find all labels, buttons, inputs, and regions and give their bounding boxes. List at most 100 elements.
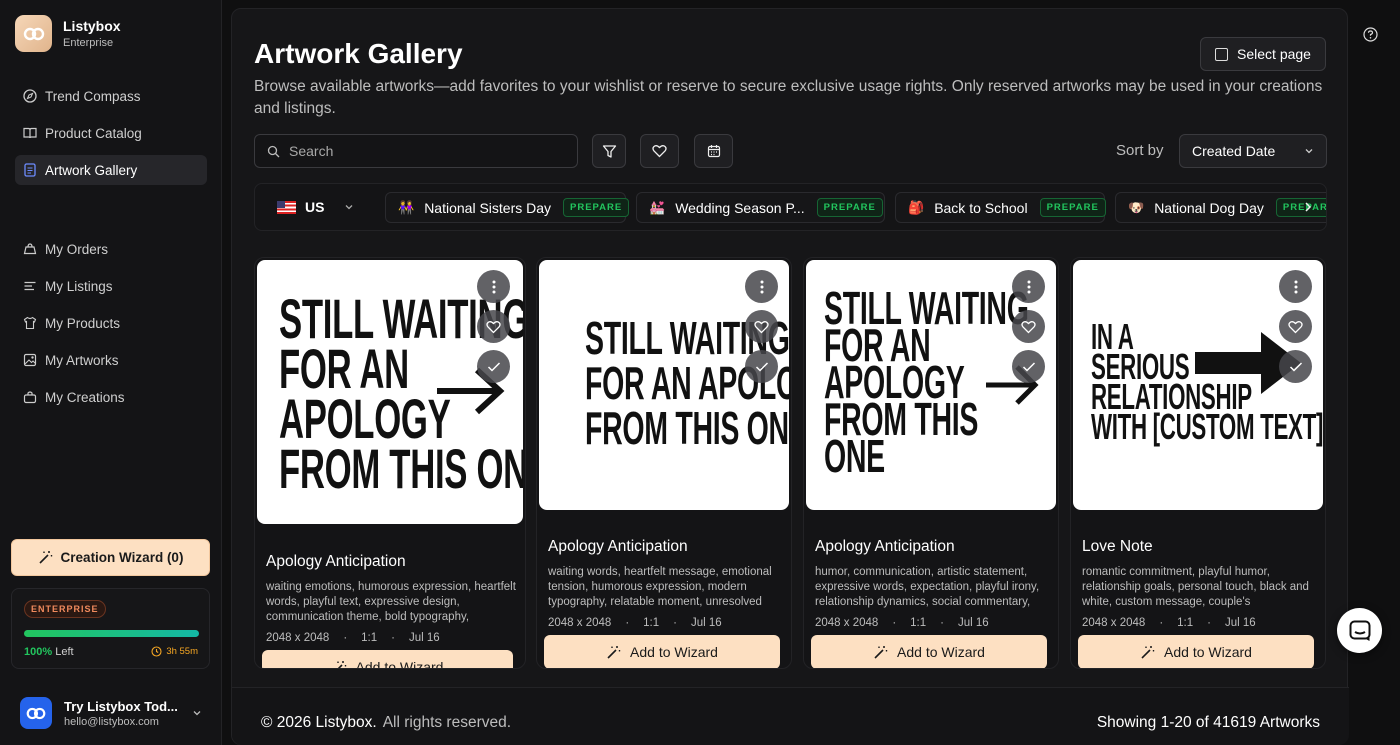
artwork-card[interactable]: STILL WAITING FOR AN APOLOGY FROM THIS O… (254, 257, 526, 669)
orders-icon (23, 243, 37, 255)
wishlist-button[interactable] (745, 310, 778, 343)
nav-trend-compass[interactable]: Trend Compass (15, 81, 207, 111)
country-select[interactable]: US (277, 199, 354, 215)
event-chip[interactable]: 👭 National Sisters Day PREPARE (385, 192, 630, 223)
card-size: 2048 x 2048 (815, 617, 879, 629)
search-icon (267, 145, 280, 157)
select-page-button[interactable]: Select page (1200, 37, 1326, 71)
search-placeholder: Search (289, 143, 334, 159)
add-to-wizard-label: Add to Wizard (355, 659, 444, 669)
add-to-wizard-button[interactable]: Add to Wizard (544, 635, 780, 668)
reserve-button[interactable] (745, 350, 778, 383)
card-tags: waiting words, heartfelt message, emotio… (548, 566, 772, 608)
add-to-wizard-button[interactable]: Add to Wizard (1078, 635, 1314, 668)
chat-support-button[interactable] (1337, 608, 1382, 653)
art-text: FROM THIS ONE→ (585, 402, 789, 454)
user-menu[interactable]: Try Listybox Tod... hello@listybox.com (20, 696, 210, 730)
sort-value: Created Date (1192, 143, 1276, 159)
copyright-text: © 2026 Listybox. (261, 714, 377, 731)
nav-label: My Creations (45, 389, 125, 405)
event-chip[interactable]: 💒 Wedding Season P... PREPARE (636, 192, 885, 223)
brand[interactable]: Listybox Enterprise (15, 15, 121, 52)
meta-separator: · (625, 617, 630, 629)
nav-label: My Orders (45, 241, 109, 257)
compass-icon (23, 89, 37, 103)
nav-my-products[interactable]: My Products (15, 308, 207, 338)
reserve-button[interactable] (1279, 350, 1312, 383)
nav-my-listings[interactable]: My Listings (15, 271, 207, 301)
reserve-button[interactable] (477, 350, 510, 383)
event-name: Back to School (934, 199, 1028, 216)
favorites-filter-button[interactable] (640, 134, 679, 168)
plan-percent: 100% (24, 646, 53, 658)
card-date: Jul 16 (958, 617, 989, 629)
check-icon (1289, 361, 1302, 372)
card-ratio: 1:1 (361, 632, 378, 644)
nav-my-artworks[interactable]: My Artworks (15, 345, 207, 375)
chevron-down-icon (345, 205, 353, 210)
rights-text: All rights reserved. (382, 714, 512, 731)
card-size: 2048 x 2048 (1082, 617, 1146, 629)
plan-usage-card: ENTERPRISE 100% Left 3h 55m (11, 588, 210, 669)
nav-product-catalog[interactable]: Product Catalog (15, 118, 207, 148)
wishlist-button[interactable] (1012, 310, 1045, 343)
reserve-button[interactable] (1012, 350, 1045, 383)
event-name: National Dog Day (1154, 199, 1264, 216)
gallery-icon (24, 163, 36, 177)
card-meta: 2048 x 2048 · 1:1 · Jul 16 (548, 617, 736, 629)
event-chip[interactable]: 🎒 Back to School PREPARE (895, 192, 1106, 223)
magic-wand-icon (38, 551, 52, 564)
chevron-down-icon (193, 711, 201, 716)
wishlist-button[interactable] (477, 310, 510, 343)
plan-badge: ENTERPRISE (24, 600, 106, 618)
plan-time-left: 3h 55m (151, 646, 198, 657)
nav-label: Artwork Gallery (45, 162, 138, 178)
magic-wand-icon (336, 660, 346, 668)
nav-artwork-gallery[interactable]: Artwork Gallery (15, 155, 207, 185)
event-name: National Sisters Day (424, 199, 552, 216)
sort-select[interactable]: Created Date (1179, 134, 1327, 168)
wishlist-button[interactable] (1279, 310, 1312, 343)
card-date: Jul 16 (409, 632, 440, 644)
artwork-card[interactable]: STILL WAITING FOR AN APOLOGY FROM THIS O… (803, 257, 1059, 669)
event-chip[interactable]: 🐶 National Dog Day PREPARE (1115, 192, 1326, 223)
filter-button[interactable] (592, 134, 626, 168)
creations-icon (23, 391, 37, 404)
add-to-wizard-button[interactable]: Add to Wizard (811, 635, 1047, 668)
checkbox-icon (1215, 47, 1229, 61)
add-to-wizard-button[interactable]: Add to Wizard (262, 650, 513, 669)
check-icon (1022, 361, 1035, 372)
avatar (20, 697, 52, 729)
page-description: Browse available artworks—add favorites … (254, 78, 1323, 117)
meta-separator: · (892, 617, 897, 629)
card-ratio: 1:1 (1177, 617, 1194, 629)
chevron-right-icon[interactable] (1303, 201, 1313, 213)
creation-wizard-button[interactable]: Creation Wizard (0) (11, 539, 210, 576)
check-icon (755, 361, 768, 372)
nav-my-creations[interactable]: My Creations (15, 382, 207, 412)
card-ratio: 1:1 (910, 617, 927, 629)
artwork-card[interactable]: IN A SERIOUS RELATIONSHIP WITH [CUSTOM T… (1070, 257, 1326, 669)
date-filter-button[interactable] (694, 134, 733, 168)
meta-separator: · (343, 632, 348, 644)
card-ratio: 1:1 (643, 617, 660, 629)
card-size: 2048 x 2048 (266, 632, 330, 644)
more-options-button[interactable] (1279, 270, 1312, 303)
event-emoji-icon: 💒 (649, 199, 666, 215)
search-input[interactable]: Search (254, 134, 578, 168)
help-icon[interactable] (1363, 27, 1378, 42)
prepare-badge: PREPARE (563, 198, 630, 217)
artwork-card[interactable]: STILL WAITING FOR AN APOLOGY FROM THIS O… (536, 257, 792, 669)
add-to-wizard-label: Add to Wizard (1164, 644, 1252, 660)
card-date: Jul 16 (691, 617, 722, 629)
more-options-button[interactable] (745, 270, 778, 303)
more-options-button[interactable] (1012, 270, 1045, 303)
user-name: Try Listybox Tod... (64, 698, 178, 714)
nav-my-orders[interactable]: My Orders (15, 234, 207, 264)
artworks-icon (23, 353, 37, 367)
creation-wizard-label: Creation Wizard (0) (60, 550, 184, 565)
select-page-label: Select page (1237, 46, 1311, 62)
secondary-nav: My Orders My Listings My Products My Art… (15, 234, 207, 419)
nav-label: My Listings (45, 278, 113, 294)
more-options-button[interactable] (477, 270, 510, 303)
